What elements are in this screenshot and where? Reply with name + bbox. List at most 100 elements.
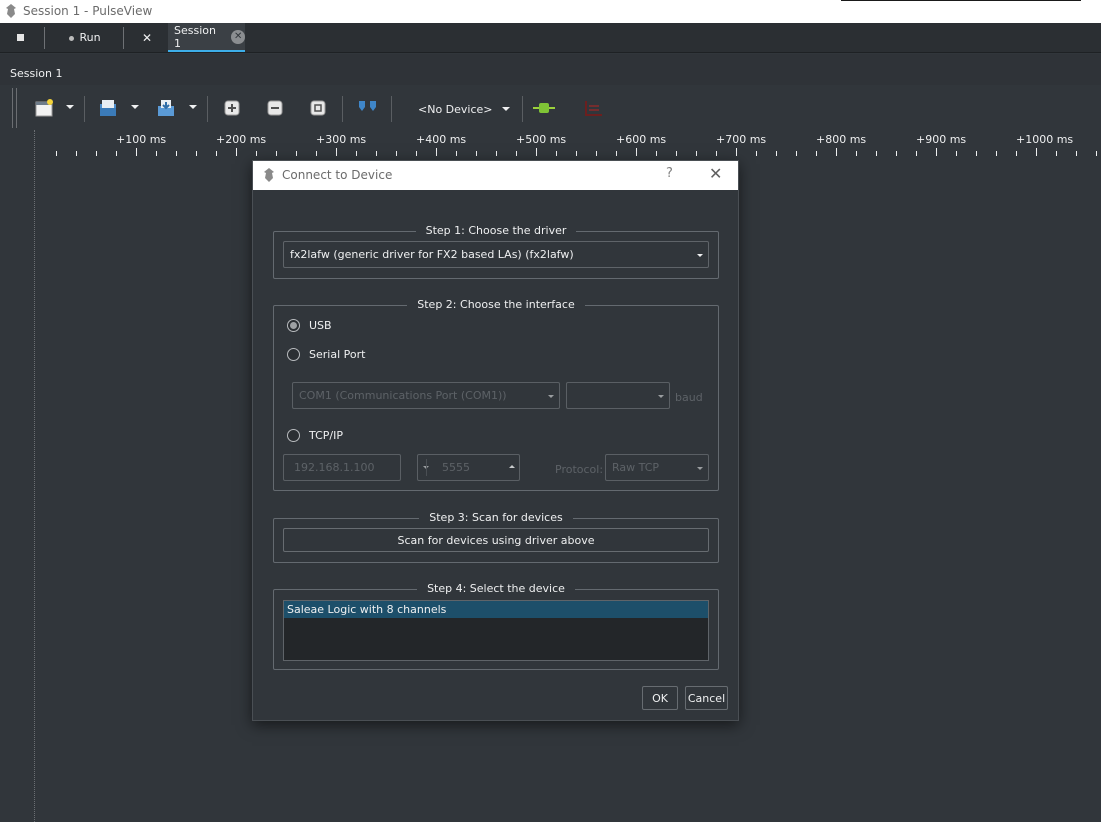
ok-button[interactable]: OK bbox=[642, 686, 678, 710]
close-dialog-button[interactable]: ✕ bbox=[709, 164, 722, 183]
chevron-down-icon bbox=[697, 254, 703, 257]
decoder-button[interactable] bbox=[582, 96, 606, 120]
chevron-down-icon bbox=[658, 395, 664, 398]
ruler-minor-tick bbox=[716, 151, 717, 156]
ruler-major-tick bbox=[136, 148, 137, 156]
new-view-icon bbox=[35, 99, 53, 117]
list-item[interactable]: Saleae Logic with 8 channels bbox=[284, 601, 708, 618]
ok-label: OK bbox=[652, 691, 668, 705]
ruler-minor-tick bbox=[216, 151, 217, 156]
serial-radio[interactable]: Serial Port bbox=[287, 348, 365, 361]
title-bar-edge bbox=[841, 0, 1081, 1]
zoom-in-button[interactable] bbox=[220, 96, 244, 120]
toolbar-separator bbox=[342, 96, 343, 122]
tcpip-radio[interactable]: TCP/IP bbox=[287, 429, 343, 442]
decoder-icon bbox=[585, 101, 602, 116]
ruler-major-tick bbox=[236, 148, 237, 156]
toolbar-grip[interactable] bbox=[12, 88, 17, 128]
new-view-dropdown-icon[interactable] bbox=[66, 105, 74, 109]
trace-area-divider bbox=[34, 130, 35, 822]
zoom-fit-button[interactable] bbox=[306, 96, 330, 120]
ruler-major-tick bbox=[936, 148, 937, 156]
window-title-bar: Session 1 - PulseView bbox=[0, 0, 1101, 23]
usb-label: USB bbox=[309, 319, 332, 332]
ruler-major-tick bbox=[836, 148, 837, 156]
driver-select[interactable]: fx2lafw (generic driver for FX2 based LA… bbox=[283, 241, 709, 268]
ruler-minor-tick bbox=[456, 151, 457, 156]
ruler-minor-tick bbox=[476, 151, 477, 156]
ruler-minor-tick bbox=[96, 151, 97, 156]
open-button[interactable] bbox=[96, 96, 120, 120]
radio-checked-icon bbox=[287, 319, 300, 332]
ruler-minor-tick bbox=[416, 151, 417, 156]
ruler-minor-tick bbox=[356, 151, 357, 156]
ruler-major-tick bbox=[536, 148, 537, 156]
step3-group: Step 3: Scan for devices Scan for device… bbox=[273, 511, 719, 563]
ruler-tick-label: +200 ms bbox=[216, 133, 267, 146]
host-value: 192.168.1.100 bbox=[294, 461, 375, 474]
ruler-minor-tick bbox=[856, 151, 857, 156]
protocol-select[interactable]: Raw TCP bbox=[605, 454, 709, 481]
serial-label: Serial Port bbox=[309, 348, 366, 361]
toolbar-separator bbox=[207, 96, 208, 122]
radio-unchecked-icon bbox=[287, 348, 300, 361]
cancel-button[interactable]: Cancel bbox=[685, 686, 728, 710]
protocol-value: Raw TCP bbox=[612, 461, 660, 474]
ruler-minor-tick bbox=[776, 151, 777, 156]
ruler-tick-label: +900 ms bbox=[916, 133, 967, 146]
ruler-tick-label: +800 ms bbox=[816, 133, 867, 146]
ruler-minor-tick bbox=[116, 151, 117, 156]
help-button[interactable]: ? bbox=[666, 166, 673, 181]
save-button[interactable] bbox=[154, 96, 178, 120]
baud-label: baud bbox=[675, 391, 703, 404]
zoom-out-icon bbox=[267, 100, 283, 116]
ruler-major-tick bbox=[1036, 148, 1037, 156]
run-indicator-icon bbox=[69, 35, 75, 41]
ruler-minor-tick bbox=[816, 151, 817, 156]
usb-radio[interactable]: USB bbox=[287, 319, 332, 332]
step4-group: Step 4: Select the device Saleae Logic w… bbox=[273, 582, 719, 670]
new-view-button[interactable] bbox=[32, 96, 56, 120]
stop-icon bbox=[16, 34, 24, 41]
window-title: Session 1 - PulseView bbox=[23, 4, 153, 18]
ruler-minor-tick bbox=[796, 151, 797, 156]
cursor-button[interactable] bbox=[356, 96, 380, 120]
probe-config-button[interactable] bbox=[532, 96, 556, 120]
tab-separator bbox=[44, 27, 45, 49]
driver-select-value: fx2lafw (generic driver for FX2 based LA… bbox=[290, 248, 574, 261]
stop-button[interactable] bbox=[0, 23, 40, 52]
baud-select[interactable] bbox=[566, 382, 670, 409]
ruler-minor-tick bbox=[1096, 151, 1097, 156]
spin-up-icon[interactable] bbox=[509, 465, 515, 468]
tab-session-1[interactable]: Session 1 ✕ bbox=[168, 23, 245, 52]
close-tab-icon[interactable]: ✕ bbox=[231, 29, 245, 44]
open-dropdown-icon[interactable] bbox=[131, 105, 139, 109]
tcpip-label: TCP/IP bbox=[309, 429, 343, 442]
device-selector[interactable]: <No Device> bbox=[405, 98, 517, 120]
tools-button[interactable]: ✕ bbox=[128, 23, 166, 52]
serial-port-select[interactable]: COM1 (Communications Port (COM1)) bbox=[292, 382, 560, 409]
time-ruler[interactable]: +100 ms +200 ms +300 ms +400 ms +500 ms +600 … bbox=[0, 130, 1101, 160]
run-button[interactable]: Run bbox=[50, 23, 120, 52]
main-tab-bar: Run ✕ Session 1 ✕ bbox=[0, 23, 1101, 53]
zoom-out-button[interactable] bbox=[263, 96, 287, 120]
chevron-down-icon bbox=[502, 107, 510, 111]
port-spinbox[interactable]: 5555 bbox=[417, 454, 520, 481]
ruler-tick-label: +100 ms bbox=[116, 133, 167, 146]
probe-config-icon bbox=[533, 103, 555, 113]
ruler-minor-tick bbox=[496, 151, 497, 156]
session-header bbox=[0, 54, 1101, 85]
serial-port-value: COM1 (Communications Port (COM1)) bbox=[299, 389, 507, 402]
host-input[interactable]: 192.168.1.100 bbox=[283, 454, 401, 481]
save-dropdown-icon[interactable] bbox=[189, 105, 197, 109]
ruler-minor-tick bbox=[156, 151, 157, 156]
dialog-title-bar[interactable]: Connect to Device ? ✕ bbox=[253, 161, 738, 190]
run-label: Run bbox=[79, 31, 101, 44]
device-list[interactable]: Saleae Logic with 8 channels bbox=[283, 600, 709, 661]
save-icon bbox=[158, 100, 174, 116]
ruler-minor-tick bbox=[256, 151, 257, 156]
scan-devices-button[interactable]: Scan for devices using driver above bbox=[283, 528, 709, 552]
ruler-minor-tick bbox=[56, 151, 57, 156]
protocol-label: Protocol: bbox=[555, 463, 604, 476]
ruler-minor-tick bbox=[296, 151, 297, 156]
